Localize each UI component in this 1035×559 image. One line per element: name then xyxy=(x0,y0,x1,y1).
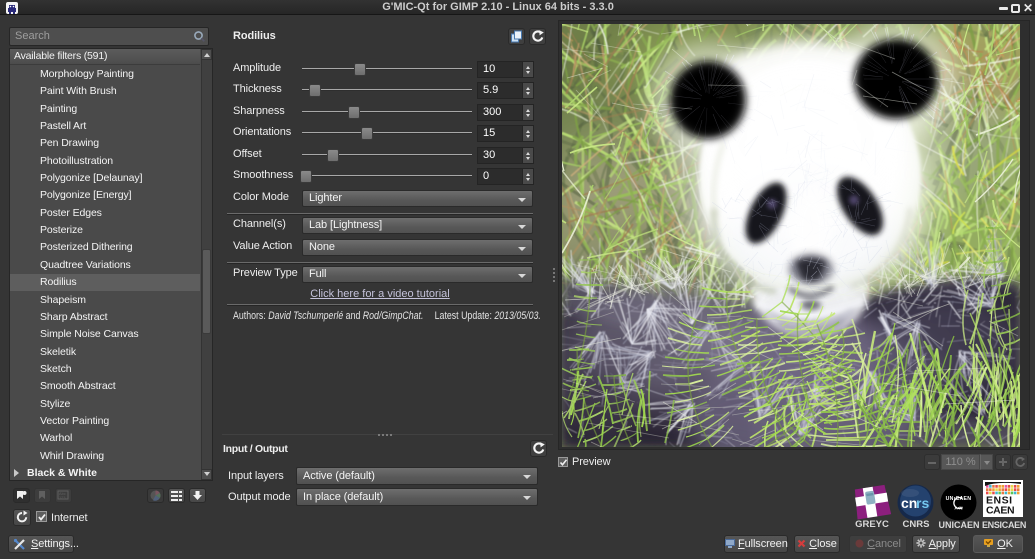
svg-text:rs: rs xyxy=(916,495,929,511)
svg-text:CAEN: CAEN xyxy=(986,505,1014,517)
svg-text:cn: cn xyxy=(901,495,917,511)
svg-text:UNıCAEN: UNıCAEN xyxy=(946,496,972,502)
svg-text:A•N: A•N xyxy=(954,506,963,511)
svg-text:123: 123 xyxy=(59,495,66,500)
